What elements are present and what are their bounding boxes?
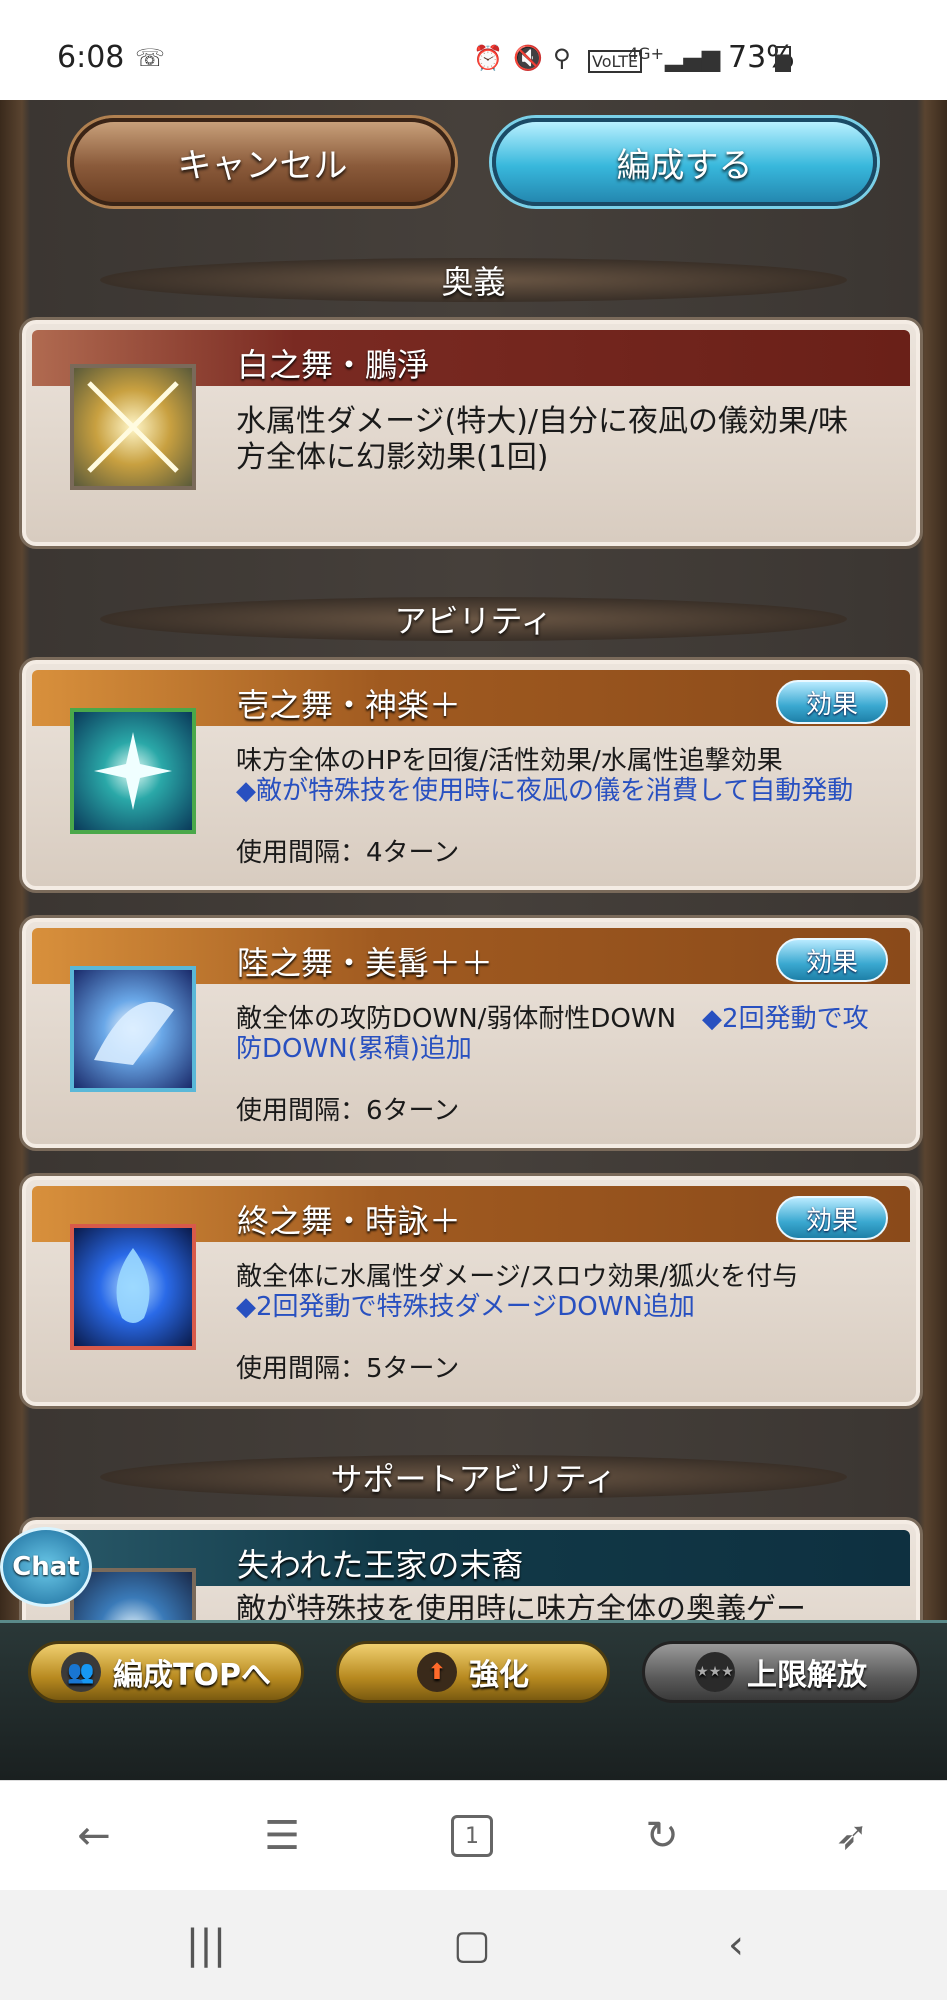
enhance-label: 強化 <box>469 1658 529 1693</box>
blue-flame-icon <box>70 1224 196 1350</box>
ougi-card[interactable]: 白之舞・鵬淨 水属性ダメージ(特大)/自分に夜凪の儀効果/味方全体に幻影効果(1… <box>22 320 920 546</box>
ability-title: 陸之舞・美髯＋＋ <box>237 944 494 982</box>
mute-icon: 🔇 <box>513 44 543 72</box>
refresh-icon[interactable]: ↻ <box>632 1811 692 1861</box>
back-icon[interactable]: ← <box>64 1811 124 1861</box>
ability-note-text: ◆敵が特殊技を使用時に夜凪の儀を消費して自動発動 <box>236 776 854 806</box>
ability-title: 壱之舞・神楽＋ <box>237 686 462 724</box>
effect-button[interactable]: 効果 <box>776 938 888 982</box>
ability-card[interactable]: 終之舞・時詠＋ 効果 敵全体に水属性ダメージ/スロウ効果/狐火を付与 ◆2回発動… <box>22 1176 920 1406</box>
limit-break-button[interactable]: ★★★ 上限解放 <box>642 1641 920 1703</box>
menu-icon[interactable]: ☰ <box>252 1811 312 1861</box>
ability-description: 敵全体の攻防DOWN/弱体耐性DOWN ◆2回発動で攻防DOWN(累積)追加 <box>236 1004 876 1064</box>
tabs-icon[interactable]: 1 <box>442 1811 502 1861</box>
ability-cooldown: 使用間隔：4ターン <box>236 838 460 868</box>
crossed-swords-icon <box>70 364 196 490</box>
effect-button[interactable]: 効果 <box>776 1196 888 1240</box>
ability-description: 味方全体のHPを回復/活性効果/水属性追撃効果 ◆敵が特殊技を使用時に夜凪の儀を… <box>236 746 876 806</box>
alarm-icon: ⏰ <box>473 44 503 72</box>
game-bottom-bar: 👥 編成TOPへ ⬆ 強化 ★★★ 上限解放 <box>0 1620 947 1780</box>
ougi-title: 白之舞・鵬淨 <box>237 346 430 384</box>
section-ougi: 奥義 <box>100 258 847 302</box>
limit-break-label: 上限解放 <box>747 1658 867 1693</box>
section-abilities: アビリティ <box>100 597 847 641</box>
ability-cooldown: 使用間隔：5ターン <box>236 1354 460 1384</box>
signal-icon: ▂▄▆ <box>665 44 721 72</box>
wifi-calling-icon: ☏ <box>135 44 166 72</box>
ability-cooldown: 使用間隔：6ターン <box>236 1096 460 1126</box>
battery-icon <box>775 46 791 72</box>
4g-icon: 4G+ <box>628 44 664 63</box>
rocket-icon[interactable]: ➶ <box>822 1811 882 1861</box>
chat-button[interactable]: Chat <box>0 1527 92 1607</box>
ability-effect-text: 敵全体の攻防DOWN/弱体耐性DOWN <box>236 1004 703 1034</box>
party-icon: 👥 <box>61 1652 102 1692</box>
support-title: 失われた王家の末裔 <box>237 1546 524 1584</box>
status-time: 6:08 <box>57 40 125 75</box>
stars-icon: ★★★ <box>695 1652 735 1692</box>
enhance-button[interactable]: ⬆ 強化 <box>336 1641 610 1703</box>
arrow-up-icon: ⬆ <box>417 1652 457 1692</box>
ability-effect-text: 味方全体のHPを回復/活性効果/水属性追撃効果 <box>236 746 783 776</box>
ability-description: 敵全体に水属性ダメージ/スロウ効果/狐火を付与 ◆2回発動で特殊技ダメージDOW… <box>236 1262 876 1322</box>
nav-back-icon[interactable]: ‹ <box>706 1920 766 1970</box>
sparkle-icon <box>70 708 196 834</box>
ability-card[interactable]: 陸之舞・美髯＋＋ 効果 敵全体の攻防DOWN/弱体耐性DOWN ◆2回発動で攻防… <box>22 918 920 1148</box>
ability-title: 終之舞・時詠＋ <box>237 1202 462 1240</box>
ougi-description: 水属性ダメージ(特大)/自分に夜凪の儀効果/味方全体に幻影効果(1回) <box>236 404 849 475</box>
ability-note-text: ◆2回発動で特殊技ダメージDOWN追加 <box>236 1292 695 1322</box>
formation-top-label: 編成TOPへ <box>113 1658 271 1693</box>
game-area: キャンセル 編成する 奥義 白之舞・鵬淨 水属性ダメージ(特大)/自分に夜凪の儀… <box>0 100 947 1780</box>
location-icon: ⚲ <box>553 44 571 72</box>
effect-button[interactable]: 効果 <box>776 680 888 724</box>
ability-card[interactable]: 壱之舞・神楽＋ 効果 味方全体のHPを回復/活性効果/水属性追撃効果 ◆敵が特殊… <box>22 660 920 890</box>
system-nav-bar: ||| ▢ ‹ <box>0 1890 947 2000</box>
tab-count: 1 <box>451 1815 493 1857</box>
recent-apps-icon[interactable]: ||| <box>176 1920 236 1970</box>
browser-toolbar: ← ☰ 1 ↻ ➶ <box>0 1780 947 1890</box>
home-icon[interactable]: ▢ <box>442 1920 502 1970</box>
cancel-button[interactable]: キャンセル <box>70 118 455 206</box>
ability-effect-text: 敵全体に水属性ダメージ/スロウ効果/狐火を付与 <box>236 1262 799 1292</box>
confirm-formation-button[interactable]: 編成する <box>492 118 877 206</box>
formation-top-button[interactable]: 👥 編成TOPへ <box>28 1641 304 1703</box>
status-bar: 6:08 ☏ ⏰ 🔇 ⚲ VoLTE 4G+ ▂▄▆ 73% <box>0 0 947 100</box>
fan-icon <box>70 966 196 1092</box>
section-support: サポートアビリティ <box>100 1455 847 1499</box>
